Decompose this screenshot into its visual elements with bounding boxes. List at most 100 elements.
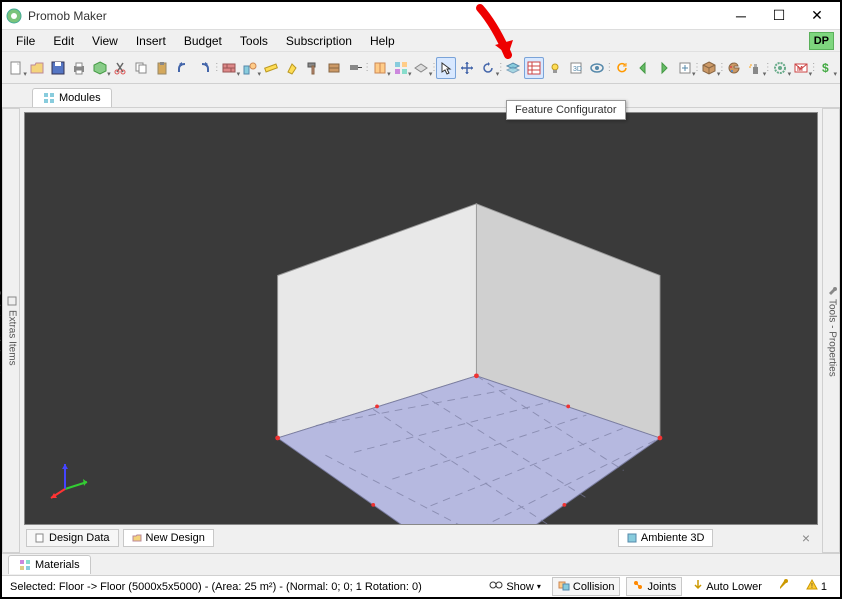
joints-icon: [632, 579, 644, 594]
dropdown-icon: ▾: [537, 582, 541, 591]
gear-button[interactable]: ▾: [770, 57, 790, 79]
tabstrip-top: Modules: [2, 84, 840, 108]
toolbar-separator: ⋮: [812, 57, 815, 79]
toolbar-separator: ⋮: [215, 57, 218, 79]
sidebar-automatic-insert[interactable]: Automatic Insert: [0, 283, 3, 378]
glasses-icon: [489, 580, 503, 593]
maximize-button[interactable]: ☐: [760, 4, 798, 28]
tab-materials[interactable]: Materials: [8, 555, 91, 574]
sidebar-left: Extras Items Automatic Insert Module Lis…: [2, 108, 20, 553]
tab-ambiente-3d[interactable]: Ambiente 3D: [618, 529, 714, 547]
assembly-button[interactable]: ▾: [391, 57, 411, 79]
menu-tools[interactable]: Tools: [232, 32, 276, 50]
copy-button[interactable]: [132, 57, 152, 79]
next-button[interactable]: [654, 57, 674, 79]
module-button[interactable]: ▾: [370, 57, 390, 79]
tab-modules[interactable]: Modules: [32, 88, 112, 107]
spray-button[interactable]: ▾: [745, 57, 765, 79]
tab-label: Ambiente 3D: [641, 532, 705, 544]
export-button[interactable]: ▾: [675, 57, 695, 79]
extras-icon: [6, 295, 18, 307]
app-icon: [6, 8, 22, 24]
user-badge[interactable]: DP: [809, 32, 834, 50]
axis-gizmo: [45, 454, 95, 504]
auto-lower-button[interactable]: Auto Lower: [688, 578, 767, 595]
sidebar-item-label: Tools - Properties: [827, 299, 838, 377]
menu-edit[interactable]: Edit: [45, 32, 82, 50]
auto-lower-label: Auto Lower: [706, 581, 762, 593]
new-button[interactable]: ▾: [6, 57, 26, 79]
auto-insert-icon: [0, 287, 2, 299]
tooltip-text: Feature Configurator: [515, 104, 617, 116]
sidebar-item-label: Automatic Insert: [0, 302, 2, 374]
svg-text:$: $: [822, 61, 829, 75]
hammer-button[interactable]: [303, 57, 323, 79]
menu-file[interactable]: File: [8, 32, 43, 50]
joints-button[interactable]: Joints: [626, 577, 682, 596]
close-tab-button[interactable]: ×: [796, 530, 816, 546]
warning-button[interactable]: ! 1: [801, 578, 832, 595]
budget-button[interactable]: $▾: [816, 57, 836, 79]
select-button[interactable]: [436, 57, 456, 79]
viewport-wrap: Design Data New Design Ambiente 3D ×: [20, 108, 822, 553]
statusbar: Selected: Floor -> Floor (5000x5x5000) -…: [2, 575, 840, 597]
joints-label: Joints: [647, 581, 676, 593]
drill-button[interactable]: [345, 57, 365, 79]
warning-count: 1: [821, 581, 827, 593]
save-button[interactable]: [48, 57, 68, 79]
scene-3d: [25, 113, 817, 524]
paste-button[interactable]: [152, 57, 172, 79]
viewport-3d[interactable]: [24, 112, 818, 525]
collision-button[interactable]: Collision: [552, 577, 621, 596]
menu-view[interactable]: View: [84, 32, 126, 50]
menu-help[interactable]: Help: [362, 32, 403, 50]
warning-icon: !: [806, 579, 818, 594]
wall-button[interactable]: ▾: [219, 57, 239, 79]
visibility-button[interactable]: [587, 57, 607, 79]
cut-button[interactable]: [111, 57, 131, 79]
svg-text:!: !: [811, 583, 813, 590]
undo-button[interactable]: [173, 57, 193, 79]
open-button[interactable]: [27, 57, 47, 79]
toolbar-separator: ⋮: [432, 57, 435, 79]
tools-status-button[interactable]: [773, 578, 795, 595]
materials-icon: [19, 559, 31, 571]
refresh-button[interactable]: [612, 57, 632, 79]
highlight-button[interactable]: [282, 57, 302, 79]
mail-button[interactable]: M▾: [791, 57, 811, 79]
menu-insert[interactable]: Insert: [128, 32, 174, 50]
sidebar-item-label: Extras Items: [7, 310, 18, 366]
sidebar-extras-items[interactable]: Extras Items: [5, 291, 19, 370]
sidebar-tools-properties[interactable]: Tools - Properties: [825, 280, 839, 381]
tab-design-data[interactable]: Design Data: [26, 529, 119, 547]
tab-new-design[interactable]: New Design: [123, 529, 214, 547]
menu-budget[interactable]: Budget: [176, 32, 230, 50]
close-button[interactable]: ✕: [798, 4, 836, 28]
annotation-arrow: [460, 0, 540, 80]
toolbar: ▾ ▾ ⋮ ▾ ▾ ⋮ ▾ ▾ ▾ ⋮ ▾ ⋮ 3D ⋮ ▾: [2, 52, 840, 84]
tool-icon: [778, 579, 790, 594]
show-button[interactable]: Show ▾: [484, 579, 546, 594]
tab-label: New Design: [146, 532, 205, 544]
view-3d-button[interactable]: ▾: [90, 57, 110, 79]
show-label: Show: [506, 581, 534, 593]
light-button[interactable]: [545, 57, 565, 79]
print-button[interactable]: [69, 57, 89, 79]
toolbar-separator: ⋮: [766, 57, 769, 79]
collision-icon: [558, 579, 570, 594]
titlebar: Promob Maker ─ ☐ ✕: [2, 2, 840, 30]
geometry-button[interactable]: ▾: [240, 57, 260, 79]
collision-label: Collision: [573, 581, 615, 593]
redo-button[interactable]: [194, 57, 214, 79]
palette-button[interactable]: [724, 57, 744, 79]
menu-subscription[interactable]: Subscription: [278, 32, 360, 50]
part-button[interactable]: ▾: [412, 57, 432, 79]
minimize-button[interactable]: ─: [722, 4, 760, 28]
measure-button[interactable]: [261, 57, 281, 79]
drawer-button[interactable]: [324, 57, 344, 79]
settings-button[interactable]: 3D: [566, 57, 586, 79]
main-area: Extras Items Automatic Insert Module Lis…: [2, 108, 840, 553]
package-button[interactable]: ▾: [700, 57, 720, 79]
bottom-tabs: Design Data New Design Ambiente 3D ×: [24, 525, 818, 549]
prev-button[interactable]: [633, 57, 653, 79]
